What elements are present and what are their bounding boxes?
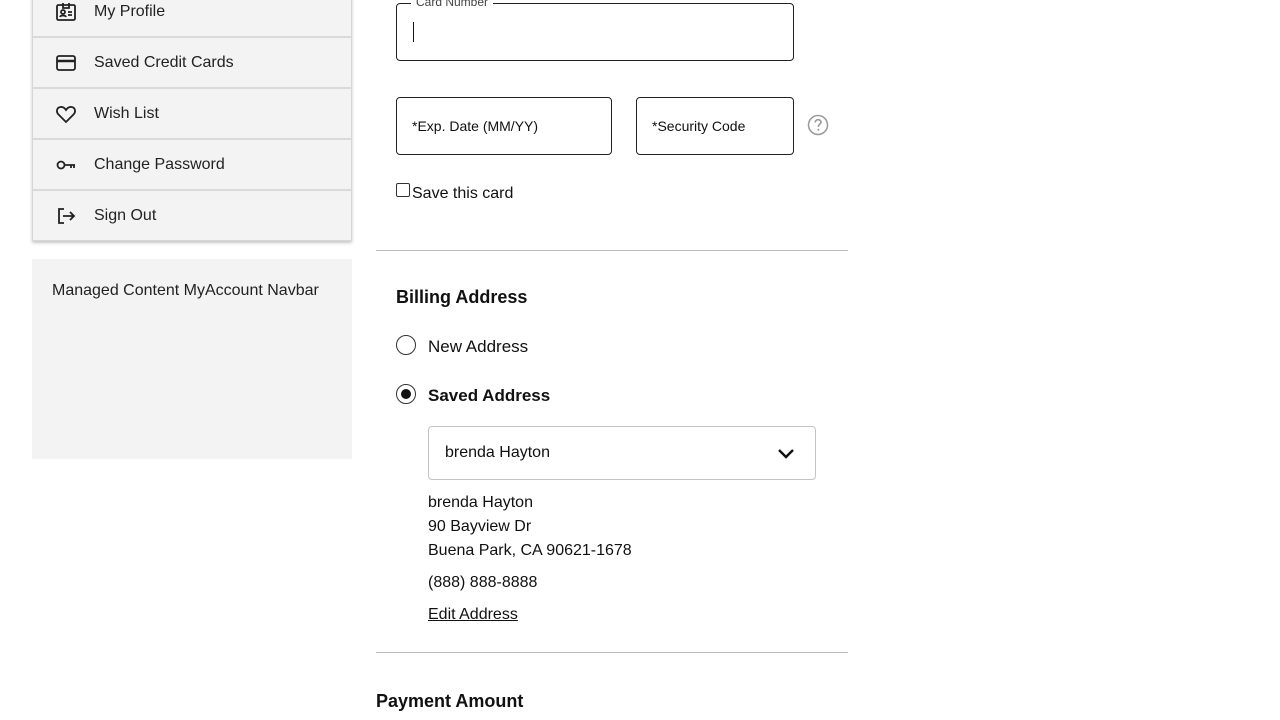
section-divider: [376, 250, 848, 251]
address-street: 90 Bayview Dr: [428, 518, 532, 535]
card-number-label: Card Number: [411, 0, 494, 9]
saved-address-label: Saved Address: [428, 386, 551, 405]
sign-out-icon: [55, 205, 77, 227]
save-card-label: Save this card: [412, 185, 514, 202]
saved-address-radio[interactable]: [396, 384, 416, 404]
new-address-radio[interactable]: [396, 335, 416, 355]
nav-item-label: Change Password: [94, 155, 225, 173]
nav-item-label: Sign Out: [94, 206, 157, 224]
nav-item-sign-out[interactable]: Sign Out: [33, 191, 351, 240]
address-name: brenda Hayton: [428, 494, 533, 511]
nav-item-label: My Profile: [94, 2, 166, 20]
section-divider: [376, 652, 848, 653]
nav-item-label: Saved Credit Cards: [94, 53, 234, 71]
page: My Profile Saved Credit Cards Wish List: [0, 0, 1280, 720]
exp-date-field[interactable]: *Exp. Date (MM/YY): [396, 97, 612, 155]
nav-item-change-password[interactable]: Change Password: [33, 140, 351, 191]
security-code-placeholder: *Security Code: [652, 118, 746, 134]
exp-date-placeholder: *Exp. Date (MM/YY): [412, 118, 539, 134]
managed-content-panel: Managed Content MyAccount Navbar: [32, 259, 352, 459]
saved-address-select[interactable]: brenda Hayton: [428, 426, 816, 480]
edit-address-link[interactable]: Edit Address: [428, 606, 518, 624]
save-card-checkbox[interactable]: [396, 183, 410, 197]
credit-card-icon: [55, 52, 77, 74]
security-code-field[interactable]: *Security Code: [636, 97, 794, 155]
nav-item-my-profile[interactable]: My Profile: [33, 0, 351, 38]
account-nav: My Profile Saved Credit Cards Wish List: [32, 0, 352, 241]
nav-item-wish-list[interactable]: Wish List: [33, 89, 351, 140]
key-icon: [55, 154, 77, 176]
address-city-line: Buena Park, CA 90621-1678: [428, 542, 632, 559]
card-number-field[interactable]: Card Number: [396, 0, 794, 61]
saved-address-select-value: brenda Hayton: [445, 444, 550, 461]
address-phone: (888) 888-8888: [428, 574, 538, 591]
nav-item-saved-credit-cards[interactable]: Saved Credit Cards: [33, 38, 351, 89]
help-icon[interactable]: [807, 114, 829, 136]
nav-item-label: Wish List: [94, 104, 159, 122]
new-address-label: New Address: [428, 337, 529, 356]
text-cursor: [413, 22, 414, 42]
payment-amount-title: Payment Amount: [376, 691, 524, 711]
billing-address-title: Billing Address: [396, 287, 528, 307]
chevron-down-icon: [777, 447, 795, 459]
id-badge-icon: [55, 1, 77, 23]
heart-icon: [55, 103, 77, 125]
